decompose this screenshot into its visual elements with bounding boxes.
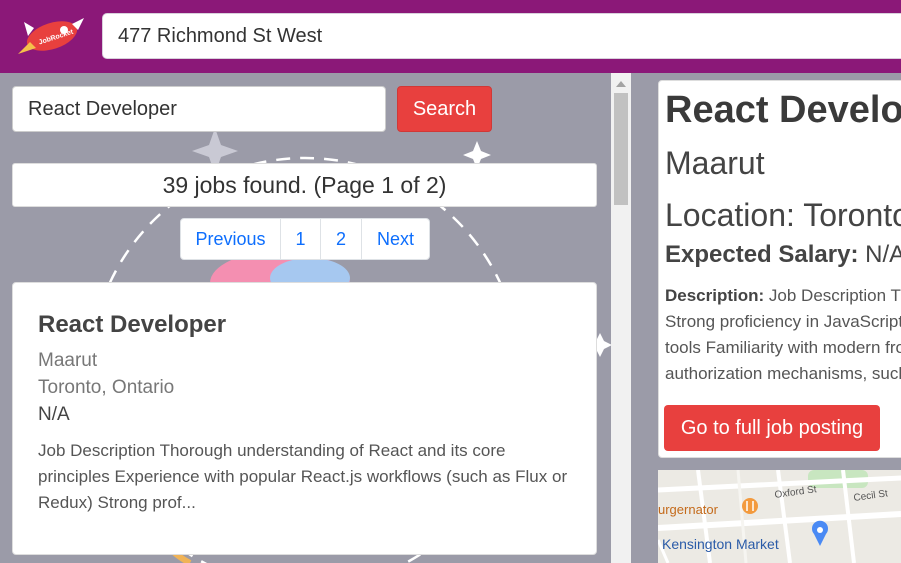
- map-label: urgernator: [658, 502, 719, 517]
- detail-description-line: authorization mechanisms, such as JSON W…: [665, 364, 901, 383]
- job-search-input[interactable]: React Developer: [12, 86, 386, 132]
- job-detail-panel: React Developer Maarut Location: Toronto…: [658, 80, 901, 458]
- scroll-up-arrow-icon[interactable]: [616, 81, 626, 87]
- pagination: Previous 1 2 Next: [180, 218, 430, 260]
- detail-description: Description: Job Description Thorough un…: [665, 283, 901, 387]
- job-card-title: React Developer: [38, 311, 227, 338]
- detail-description-line: Strong proficiency in JavaScript, includ…: [665, 312, 901, 331]
- detail-description-line: Job Description Thorough understanding o…: [768, 286, 901, 305]
- detail-company: Maarut: [665, 145, 765, 181]
- results-panel: React Developer Search 39 jobs found. (P…: [0, 73, 611, 563]
- location-map[interactable]: Oxford St Cecil St urgernator Kensington…: [658, 470, 901, 563]
- detail-salary: Expected Salary: N/A: [665, 241, 901, 269]
- top-bar: JobRocket 477 Richmond St West: [0, 0, 901, 73]
- map-label: Kensington Market: [662, 536, 779, 552]
- job-card-location: Toronto, Ontario: [38, 377, 175, 398]
- full-job-posting-button[interactable]: Go to full job posting: [664, 405, 880, 451]
- pagination-page-1[interactable]: 1: [281, 219, 321, 259]
- address-input[interactable]: 477 Richmond St West: [102, 13, 901, 59]
- detail-description-label: Description:: [665, 286, 765, 305]
- panel-divider: [631, 73, 658, 563]
- pagination-previous[interactable]: Previous: [181, 219, 281, 259]
- scrollbar-thumb[interactable]: [614, 93, 628, 205]
- rocket-logo-icon[interactable]: JobRocket: [14, 14, 86, 60]
- job-card-company: Maarut: [38, 350, 98, 371]
- map-canvas: Oxford St Cecil St urgernator Kensington…: [658, 470, 901, 563]
- pagination-page-2[interactable]: 2: [321, 219, 362, 259]
- detail-location: Location: Toronto, Ontario: [665, 197, 901, 233]
- detail-salary-label: Expected Salary:: [665, 241, 859, 268]
- job-card[interactable]: React Developer Maarut Toronto, Ontario …: [12, 282, 597, 555]
- job-card-description: Job Description Thorough understanding o…: [38, 441, 568, 512]
- results-scrollbar[interactable]: [611, 73, 631, 563]
- job-card-salary: N/A: [38, 404, 70, 425]
- detail-description-line: tools Familiarity with modern front-end …: [665, 338, 901, 357]
- results-summary: 39 jobs found. (Page 1 of 2): [12, 163, 597, 207]
- search-button[interactable]: Search: [397, 86, 492, 132]
- detail-title: React Developer: [665, 89, 901, 131]
- pagination-next[interactable]: Next: [362, 219, 429, 259]
- detail-salary-value: N/A: [865, 241, 901, 268]
- restaurant-pin-icon[interactable]: [742, 498, 758, 514]
